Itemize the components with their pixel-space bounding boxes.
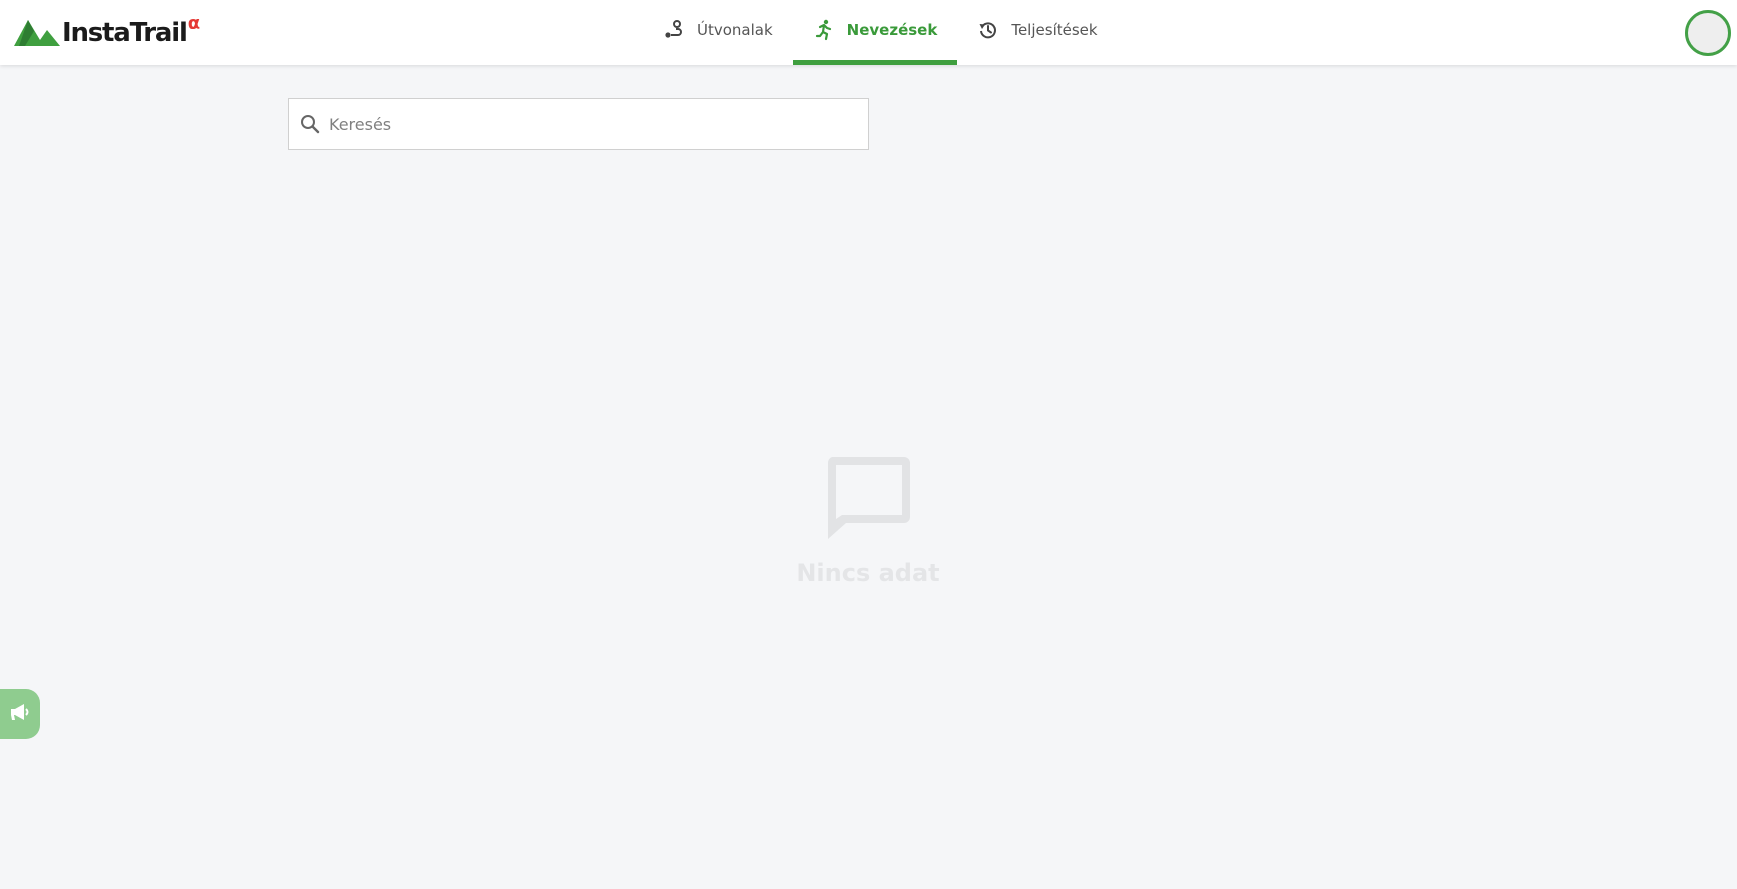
megaphone-icon xyxy=(9,703,31,725)
top-navigation-bar: InstaTrail α Útvonalak Nevezések Teljesí… xyxy=(0,0,1737,65)
tab-teljesitesek[interactable]: Teljesítések xyxy=(957,0,1117,65)
search-icon xyxy=(299,113,321,135)
tab-utvonalak[interactable]: Útvonalak xyxy=(643,0,793,65)
tab-label: Útvonalak xyxy=(697,20,773,39)
running-person-icon xyxy=(813,19,835,41)
mountain-logo-icon xyxy=(14,20,60,46)
brand-name: InstaTrail xyxy=(62,18,188,48)
brand-logo[interactable]: InstaTrail α xyxy=(14,13,201,50)
tab-label: Nevezések xyxy=(846,20,938,39)
search-bar xyxy=(288,98,869,150)
tab-nevezesek[interactable]: Nevezések xyxy=(792,0,958,65)
route-icon xyxy=(663,19,685,41)
history-icon xyxy=(977,19,999,41)
search-input[interactable] xyxy=(329,99,868,149)
tab-label: Teljesítések xyxy=(1011,20,1098,39)
empty-state-label: Nincs adat xyxy=(796,559,940,587)
user-avatar[interactable] xyxy=(1685,10,1731,56)
brand-badge: α xyxy=(187,13,201,34)
empty-state: Nincs adat xyxy=(768,455,968,587)
feedback-button[interactable] xyxy=(0,689,40,739)
chat-bubble-icon xyxy=(824,455,912,545)
main-nav: Útvonalak Nevezések Teljesítések xyxy=(643,0,1118,65)
